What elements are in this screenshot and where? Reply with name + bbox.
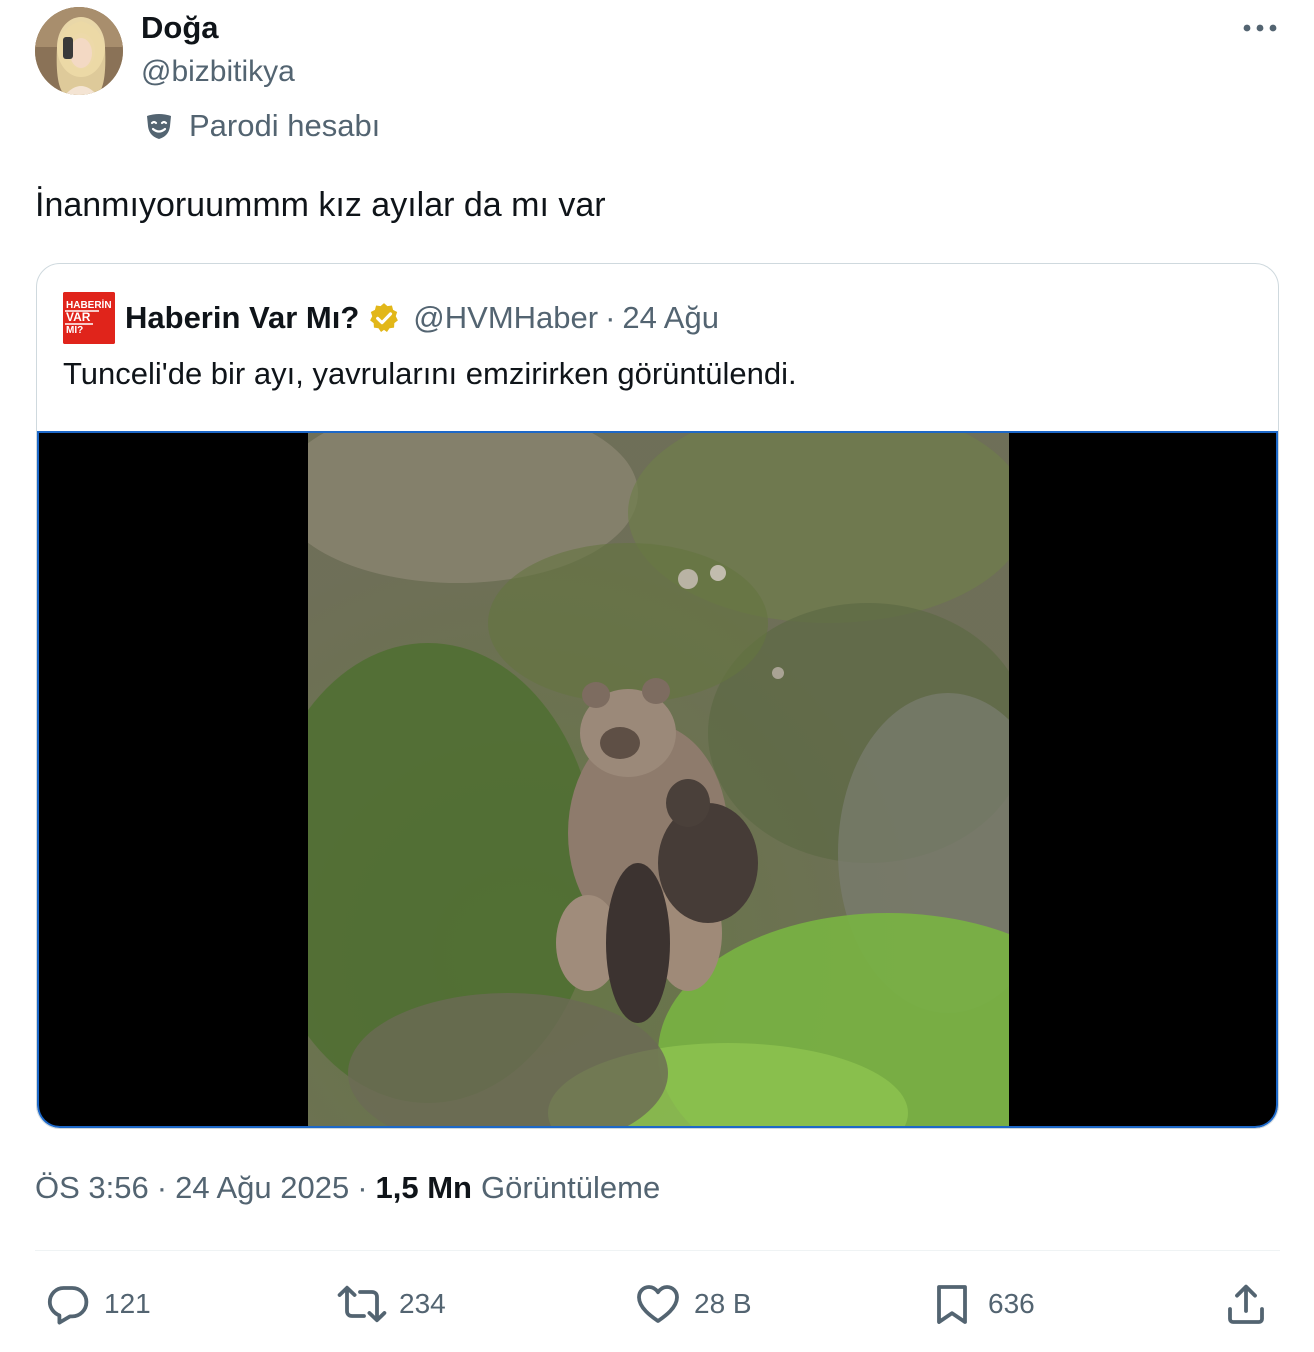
avatar-photo: [35, 7, 123, 95]
parody-label: Parodi hesabı: [141, 106, 380, 146]
verified-gold-badge-icon: [367, 300, 403, 336]
action-bar: 121 234 28 B 636: [0, 1274, 1314, 1334]
like-button[interactable]: 28 B: [634, 1274, 752, 1334]
tweet-time[interactable]: ÖS 3:56: [35, 1170, 149, 1206]
bookmark-button[interactable]: 636: [928, 1274, 1035, 1334]
heart-icon: [637, 1285, 679, 1323]
divider: [35, 1250, 1280, 1251]
author-avatar[interactable]: [35, 7, 123, 95]
share-icon: [1228, 1284, 1264, 1324]
tweet-text: İnanmıyoruummm kız ayılar da mı var: [35, 186, 606, 224]
bookmark-icon: [937, 1285, 967, 1324]
quoted-tweet[interactable]: HABERİN VAR MI? Haberin Var Mı? @HVMHabe…: [36, 263, 1279, 1129]
reply-icon: [47, 1286, 89, 1325]
video-frame[interactable]: [308, 433, 1009, 1126]
parody-mask-icon: [141, 108, 177, 144]
bear-video-thumbnail: [308, 433, 1009, 1126]
views-label: Görüntüleme: [481, 1170, 661, 1205]
share-button[interactable]: [1222, 1274, 1270, 1334]
more-options-button[interactable]: [1238, 12, 1282, 44]
meta-separator: ·: [357, 1170, 368, 1205]
like-count: 28 B: [694, 1288, 752, 1319]
reply-button[interactable]: 121: [44, 1274, 151, 1334]
quote-text: Tunceli'de bir ayı, yavrularını emzirirk…: [63, 356, 797, 391]
meta-separator: ·: [156, 1170, 168, 1205]
quote-video-player[interactable]: [37, 431, 1278, 1128]
quote-date[interactable]: 24 Ağu: [622, 300, 719, 336]
logo-line-2: VAR: [66, 310, 91, 324]
author-handle[interactable]: @bizbitikya: [141, 55, 295, 89]
repost-icon: [337, 1285, 387, 1323]
quote-author-handle[interactable]: @HVMHaber: [413, 300, 598, 336]
quote-avatar[interactable]: HABERİN VAR MI?: [63, 292, 115, 344]
news-logo-icon: HABERİN VAR MI?: [63, 292, 115, 344]
views-count: 1,5 Mn: [375, 1170, 472, 1205]
tweet-meta: ÖS 3:56 · 24 Ağu 2025 · 1,5 Mn Görüntüle…: [35, 1170, 660, 1206]
reply-count: 121: [104, 1288, 151, 1319]
repost-count: 234: [399, 1288, 446, 1319]
repost-button[interactable]: 234: [337, 1274, 446, 1334]
tweet-date[interactable]: 24 Ağu 2025: [175, 1170, 349, 1206]
quote-separator: ·: [605, 300, 616, 335]
quote-author-name[interactable]: Haberin Var Mı?: [125, 300, 359, 336]
quote-header: HABERİN VAR MI? Haberin Var Mı? @HVMHabe…: [63, 292, 719, 344]
more-dots-icon: [1243, 24, 1277, 32]
parody-text: Parodi hesabı: [189, 108, 381, 143]
author-display-name[interactable]: Doğa: [141, 10, 219, 46]
logo-line-3: MI?: [66, 325, 83, 336]
bookmark-count: 636: [988, 1288, 1035, 1319]
